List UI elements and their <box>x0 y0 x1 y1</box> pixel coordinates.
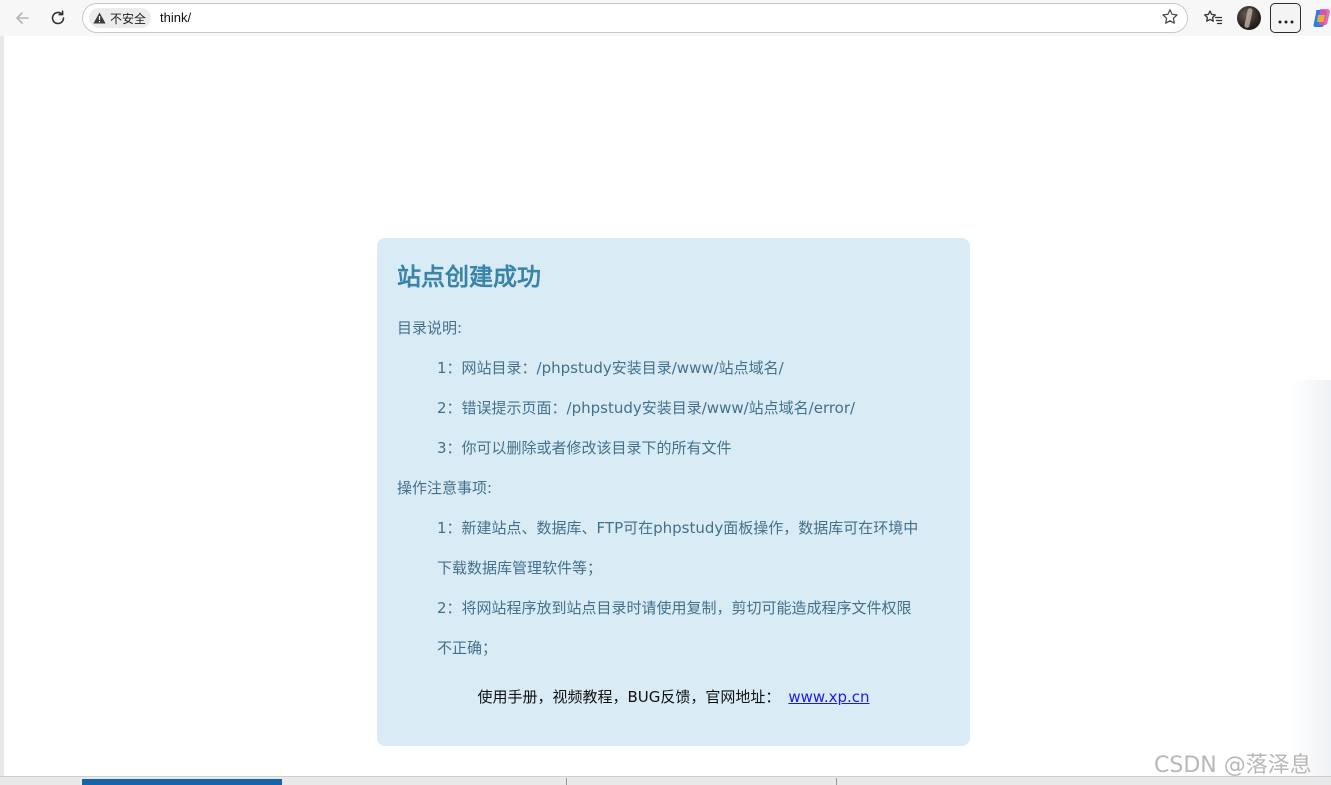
copilot-button[interactable] <box>1311 7 1331 29</box>
favorites-icon <box>1203 9 1223 27</box>
taskbar-divider <box>836 778 837 785</box>
taskbar-active-item[interactable] <box>82 779 282 785</box>
directory-item: 1：网站目录：/phpstudy安装目录/www/站点域名/ <box>437 359 784 377</box>
window-right-shadow <box>1291 380 1331 776</box>
official-site-link[interactable]: www.xp.cn <box>788 688 869 706</box>
window-left-edge <box>0 36 4 778</box>
url-text[interactable]: think/ <box>160 10 191 25</box>
security-label: 不安全 <box>110 11 147 26</box>
operations-item: 下载数据库管理软件等； <box>437 559 603 577</box>
operations-heading: 操作注意事项: <box>397 479 493 497</box>
add-favorite-button[interactable] <box>1159 8 1181 30</box>
warning-triangle-icon <box>93 9 110 28</box>
security-indicator[interactable]: 不安全 <box>89 8 152 28</box>
taskbar-divider <box>566 778 567 785</box>
operations-item: 2：将网站程序放到站点目录时请使用复制，剪切可能造成程序文件权限 <box>437 599 912 617</box>
page-title: 站点创建成功 <box>397 263 541 291</box>
refresh-icon <box>49 9 67 27</box>
operations-item: 不正确； <box>437 639 498 657</box>
star-icon <box>1161 8 1179 30</box>
site-created-card: 站点创建成功 目录说明: 1：网站目录：/phpstudy安装目录/www/站点… <box>377 238 970 746</box>
directory-heading: 目录说明: <box>397 319 463 337</box>
directory-item: 2：错误提示页面：/phpstudy安装目录/www/站点域名/error/ <box>437 399 856 417</box>
footer-links: 使用手册，视频教程，BUG反馈，官网地址： www.xp.cn <box>377 686 970 707</box>
more-icon <box>1278 9 1294 28</box>
address-bar[interactable]: 不安全 think/ <box>82 3 1188 33</box>
copilot-icon <box>1311 9 1331 33</box>
favorites-button[interactable] <box>1199 4 1227 32</box>
back-arrow-icon <box>13 9 31 27</box>
csdn-watermark: CSDN @落泽息 <box>1154 753 1312 778</box>
footer-text: 使用手册，视频教程，BUG反馈，官网地址： <box>477 688 781 706</box>
operations-item: 1：新建站点、数据库、FTP可在phpstudy面板操作，数据库可在环境中 <box>437 519 919 537</box>
directory-item: 3：你可以删除或者修改该目录下的所有文件 <box>437 439 732 457</box>
browser-toolbar: 不安全 think/ <box>0 0 1331 36</box>
refresh-button[interactable] <box>44 4 72 32</box>
back-button[interactable] <box>8 4 36 32</box>
profile-avatar[interactable] <box>1237 6 1261 30</box>
more-button[interactable] <box>1270 3 1301 33</box>
